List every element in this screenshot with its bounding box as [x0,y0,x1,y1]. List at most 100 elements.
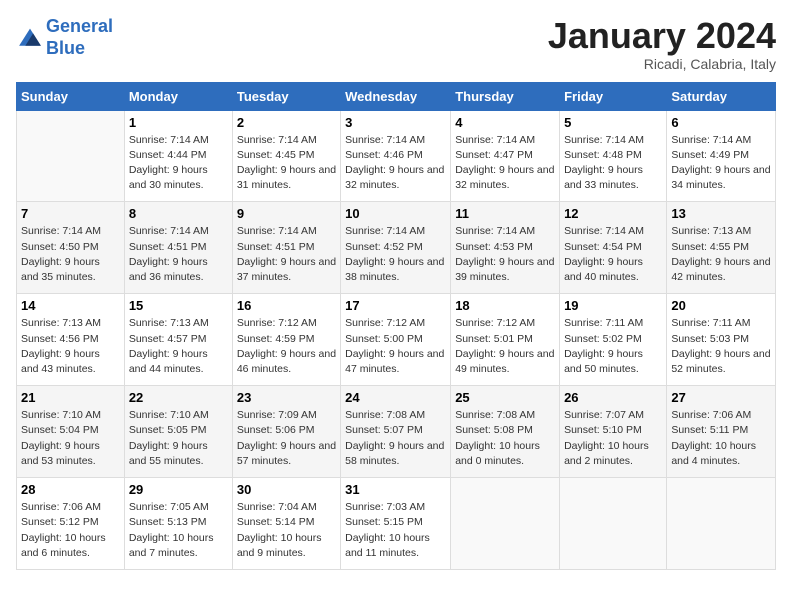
day-number: 18 [455,298,555,313]
day-number: 27 [671,390,771,405]
day-number: 6 [671,115,771,130]
day-number: 7 [21,206,120,221]
calendar-cell [667,478,776,570]
weekday-header: Saturday [667,82,776,110]
day-info: Sunrise: 7:14 AMSunset: 4:44 PMDaylight:… [129,133,228,194]
calendar-week-row: 1 Sunrise: 7:14 AMSunset: 4:44 PMDaylight… [17,110,776,202]
day-info: Sunrise: 7:10 AMSunset: 5:04 PMDaylight:… [21,408,120,469]
calendar-cell: 5 Sunrise: 7:14 AMSunset: 4:48 PMDaylight… [560,110,667,202]
day-number: 22 [129,390,228,405]
day-info: Sunrise: 7:13 AMSunset: 4:57 PMDaylight:… [129,316,228,377]
day-number: 20 [671,298,771,313]
calendar-cell: 28 Sunrise: 7:06 AMSunset: 5:12 PMDayligh… [17,478,125,570]
month-title: January 2024 [548,16,776,56]
day-info: Sunrise: 7:10 AMSunset: 5:05 PMDaylight:… [129,408,228,469]
day-info: Sunrise: 7:14 AMSunset: 4:53 PMDaylight:… [455,224,555,285]
day-number: 10 [345,206,446,221]
weekday-header: Monday [124,82,232,110]
calendar-cell: 24Sunrise: 7:08 AMSunset: 5:07 PMDayligh… [341,386,451,478]
day-number: 5 [564,115,662,130]
calendar-cell: 4 Sunrise: 7:14 AMSunset: 4:47 PMDaylight… [451,110,560,202]
day-info: Sunrise: 7:14 AMSunset: 4:45 PMDaylight:… [237,133,336,194]
day-info: Sunrise: 7:12 AMSunset: 5:00 PMDaylight:… [345,316,446,377]
day-info: Sunrise: 7:13 AMSunset: 4:55 PMDaylight:… [671,224,771,285]
weekday-header: Sunday [17,82,125,110]
day-info: Sunrise: 7:06 AMSunset: 5:11 PMDaylight:… [671,408,771,469]
day-number: 23 [237,390,336,405]
day-number: 4 [455,115,555,130]
calendar-cell [451,478,560,570]
calendar-cell: 10 Sunrise: 7:14 AMSunset: 4:52 PMDayligh… [341,202,451,294]
day-number: 16 [237,298,336,313]
page-header: General Blue January 2024 Ricadi, Calabr… [16,16,776,72]
day-info: Sunrise: 7:06 AMSunset: 5:12 PMDaylight:… [21,500,120,561]
calendar-cell: 8Sunrise: 7:14 AMSunset: 4:51 PMDaylight… [124,202,232,294]
day-info: Sunrise: 7:14 AMSunset: 4:52 PMDaylight:… [345,224,446,285]
day-info: Sunrise: 7:11 AMSunset: 5:03 PMDaylight:… [671,316,771,377]
day-number: 9 [237,206,336,221]
day-info: Sunrise: 7:14 AMSunset: 4:46 PMDaylight:… [345,133,446,194]
calendar-header-row: SundayMondayTuesdayWednesdayThursdayFrid… [17,82,776,110]
day-number: 28 [21,482,120,497]
calendar-cell: 30Sunrise: 7:04 AMSunset: 5:14 PMDayligh… [232,478,340,570]
day-info: Sunrise: 7:14 AMSunset: 4:47 PMDaylight:… [455,133,555,194]
calendar-table: SundayMondayTuesdayWednesdayThursdayFrid… [16,82,776,570]
day-info: Sunrise: 7:14 AMSunset: 4:48 PMDaylight:… [564,133,662,194]
day-info: Sunrise: 7:12 AMSunset: 5:01 PMDaylight:… [455,316,555,377]
weekday-header: Wednesday [341,82,451,110]
calendar-cell: 6 Sunrise: 7:14 AMSunset: 4:49 PMDaylight… [667,110,776,202]
day-number: 21 [21,390,120,405]
calendar-cell: 25 Sunrise: 7:08 AMSunset: 5:08 PMDayligh… [451,386,560,478]
calendar-cell [560,478,667,570]
logo: General Blue [16,16,113,59]
day-number: 13 [671,206,771,221]
day-info: Sunrise: 7:14 AMSunset: 4:54 PMDaylight:… [564,224,662,285]
day-info: Sunrise: 7:08 AMSunset: 5:08 PMDaylight:… [455,408,555,469]
day-number: 17 [345,298,446,313]
calendar-cell: 20 Sunrise: 7:11 AMSunset: 5:03 PMDayligh… [667,294,776,386]
calendar-cell: 14Sunrise: 7:13 AMSunset: 4:56 PMDayligh… [17,294,125,386]
day-info: Sunrise: 7:14 AMSunset: 4:49 PMDaylight:… [671,133,771,194]
calendar-cell: 13 Sunrise: 7:13 AMSunset: 4:55 PMDayligh… [667,202,776,294]
day-info: Sunrise: 7:14 AMSunset: 4:51 PMDaylight:… [237,224,336,285]
location-subtitle: Ricadi, Calabria, Italy [548,56,776,72]
calendar-cell: 31Sunrise: 7:03 AMSunset: 5:15 PMDayligh… [341,478,451,570]
calendar-cell: 18 Sunrise: 7:12 AMSunset: 5:01 PMDayligh… [451,294,560,386]
day-info: Sunrise: 7:14 AMSunset: 4:50 PMDaylight:… [21,224,120,285]
day-number: 1 [129,115,228,130]
day-number: 12 [564,206,662,221]
calendar-cell: 7 Sunrise: 7:14 AMSunset: 4:50 PMDaylight… [17,202,125,294]
day-number: 14 [21,298,120,313]
calendar-cell: 21 Sunrise: 7:10 AMSunset: 5:04 PMDayligh… [17,386,125,478]
day-number: 3 [345,115,446,130]
calendar-cell: 12 Sunrise: 7:14 AMSunset: 4:54 PMDayligh… [560,202,667,294]
calendar-cell: 16 Sunrise: 7:12 AMSunset: 4:59 PMDayligh… [232,294,340,386]
day-number: 26 [564,390,662,405]
calendar-cell: 11 Sunrise: 7:14 AMSunset: 4:53 PMDayligh… [451,202,560,294]
day-number: 19 [564,298,662,313]
day-number: 15 [129,298,228,313]
day-number: 25 [455,390,555,405]
calendar-week-row: 21 Sunrise: 7:10 AMSunset: 5:04 PMDayligh… [17,386,776,478]
calendar-cell: 23 Sunrise: 7:09 AMSunset: 5:06 PMDayligh… [232,386,340,478]
logo-line1: General [46,16,113,36]
day-number: 2 [237,115,336,130]
calendar-week-row: 7 Sunrise: 7:14 AMSunset: 4:50 PMDaylight… [17,202,776,294]
day-info: Sunrise: 7:04 AMSunset: 5:14 PMDaylight:… [237,500,336,561]
calendar-cell: 17 Sunrise: 7:12 AMSunset: 5:00 PMDayligh… [341,294,451,386]
logo-text: General Blue [46,16,113,59]
weekday-header: Thursday [451,82,560,110]
title-block: January 2024 Ricadi, Calabria, Italy [548,16,776,72]
day-info: Sunrise: 7:12 AMSunset: 4:59 PMDaylight:… [237,316,336,377]
logo-line2: Blue [46,38,85,58]
day-number: 24 [345,390,446,405]
calendar-week-row: 28 Sunrise: 7:06 AMSunset: 5:12 PMDayligh… [17,478,776,570]
day-info: Sunrise: 7:09 AMSunset: 5:06 PMDaylight:… [237,408,336,469]
day-number: 8 [129,206,228,221]
weekday-header: Tuesday [232,82,340,110]
day-number: 29 [129,482,228,497]
day-number: 11 [455,206,555,221]
calendar-cell: 19Sunrise: 7:11 AMSunset: 5:02 PMDayligh… [560,294,667,386]
calendar-cell: 26Sunrise: 7:07 AMSunset: 5:10 PMDayligh… [560,386,667,478]
calendar-cell: 29Sunrise: 7:05 AMSunset: 5:13 PMDayligh… [124,478,232,570]
